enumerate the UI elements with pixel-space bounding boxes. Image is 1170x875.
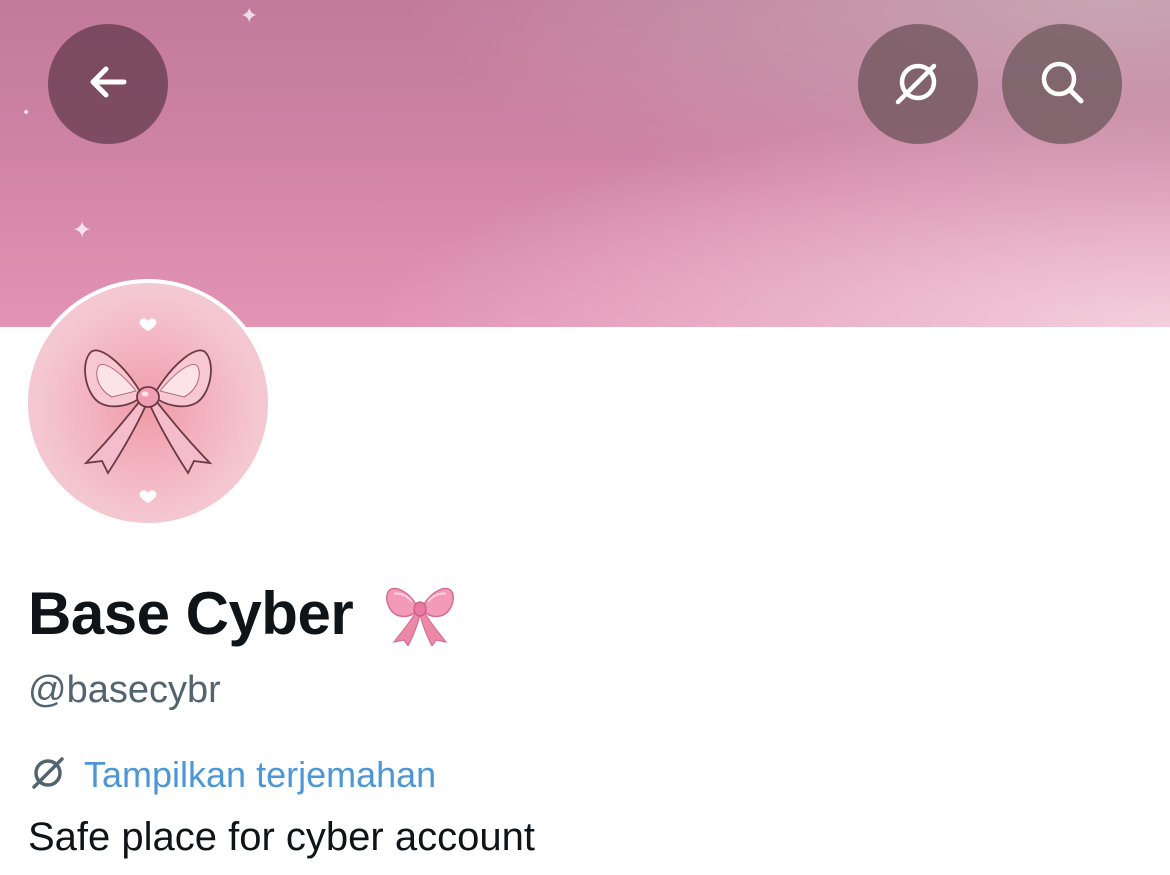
translate-bio-row[interactable]: Tampilkan terjemahan [28, 752, 436, 798]
profile-page: ✦ • ✦ Base Cyber @basecybr Tampilkan ter… [0, 0, 1170, 875]
arrow-left-icon [84, 58, 132, 111]
sparkle-decoration: ✦ [240, 4, 259, 29]
profile-bio: Safe place for cyber account [28, 815, 535, 859]
sparkle-decoration: • [22, 105, 31, 121]
avatar[interactable] [28, 283, 268, 523]
profile-banner: ✦ • ✦ [0, 0, 1170, 327]
show-translation-link[interactable]: Tampilkan terjemahan [84, 752, 436, 798]
bow-avatar-illustration [83, 318, 213, 503]
profile-handle: @basecybr [28, 669, 221, 711]
translate-icon [890, 54, 946, 115]
ribbon-emoji-icon [384, 582, 456, 651]
search-button[interactable] [1002, 24, 1122, 144]
translate-icon [28, 753, 68, 798]
back-button[interactable] [48, 24, 168, 144]
search-icon [1034, 54, 1090, 115]
display-name: Base Cyber [28, 580, 354, 647]
sparkle-decoration: ✦ [72, 216, 93, 244]
translate-button[interactable] [858, 24, 978, 144]
